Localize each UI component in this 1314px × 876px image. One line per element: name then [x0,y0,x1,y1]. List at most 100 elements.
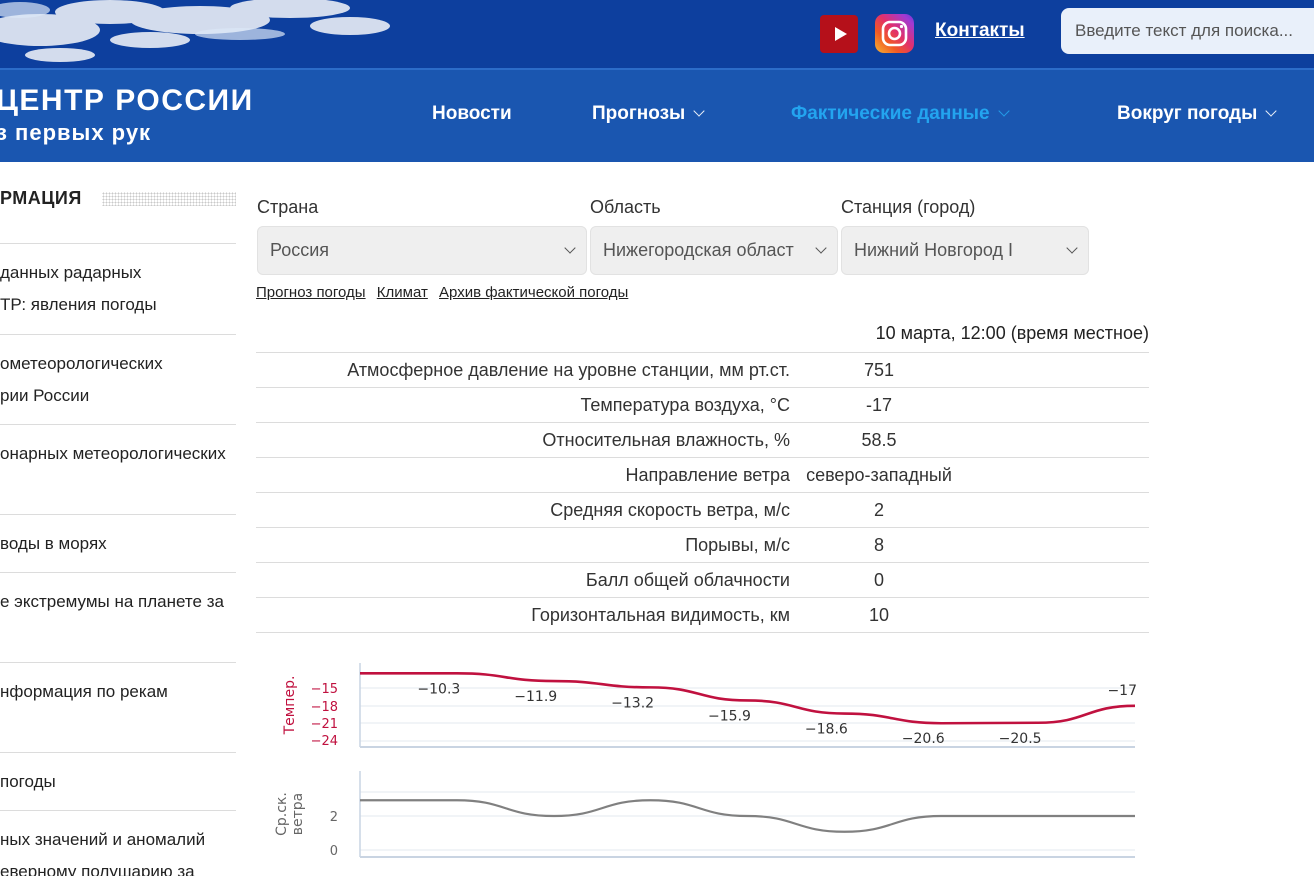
station-links: Прогноз погоды Климат Архив фактической … [256,284,635,301]
param-value: 10 [868,604,890,625]
youtube-icon[interactable] [820,15,858,53]
table-row: Температура воздуха, °C -17 [256,387,1149,423]
table-row: Средняя скорость ветра, м/с 2 [256,492,1149,528]
station-select-value: Нижний Новгород I [854,240,1014,260]
param-value: северо-западный [806,464,952,485]
region-label: Область [590,197,661,217]
table-row: Относительная влажность, % 58.5 [256,422,1149,458]
data-label: −15.9 [708,708,751,724]
table-row: Направление ветра северо-западный [256,457,1149,493]
sidebar-item-extremes[interactable]: е экстремумы на планете за [0,572,236,662]
observation-table: Атмосферное давление на уровне станции, … [256,352,1149,633]
param-value: -17 [865,394,892,415]
data-label: −20.5 [999,731,1042,747]
sidebar-item-weather[interactable]: погоды [0,752,236,810]
forecast-link[interactable]: Прогноз погоды [256,284,366,301]
table-row: Порывы, м/с 8 [256,527,1149,563]
y-tick-label: −15 [311,682,338,697]
param-value: 8 [873,534,884,555]
logo-subtitle: з первых рук [0,120,152,145]
chevron-down-icon [693,105,705,117]
heading-divider [102,192,236,206]
param-value: 751 [863,359,895,380]
sidebar-item-rivers[interactable]: нформация по рекам [0,662,236,752]
chevron-down-icon [1265,105,1278,117]
sidebar-item-label: ТР: явления погоды [0,295,157,314]
y-tick-label: −18 [311,700,338,715]
param-name: Относительная влажность, % [542,429,790,450]
nav-item-label: Фактические данные [791,103,990,124]
logo-title[interactable]: ЦЕНТР РОССИИ [0,84,254,118]
y-axis-title-line: ветра [290,793,306,836]
search-input[interactable] [1061,8,1314,54]
y-tick-label: 2 [330,810,338,825]
nav-item-actual-data[interactable]: Фактические данные [791,103,1012,125]
data-label: −20.6 [902,731,945,747]
sidebar-item-label: онарных метеорологических [0,444,226,463]
table-row: Балл общей облачности 0 [256,562,1149,598]
nav-item-label: Новости [432,103,512,124]
y-axis-title: Темпер. [282,676,298,736]
data-label: −18.6 [805,722,848,738]
sidebar-item-radar[interactable]: данных радарных ТР: явления погоды [0,243,236,334]
sidebar-item-anomalies[interactable]: ных значений и аномалий еверному полушар… [0,810,236,876]
y-tick-label: 0 [330,844,338,859]
country-select[interactable]: Россия [257,226,587,275]
region-select[interactable]: Нижегородская област [590,226,838,275]
region-select-value: Нижегородская област [603,240,794,260]
param-name: Горизонтальная видимость, км [531,604,790,625]
climate-link[interactable]: Климат [377,284,428,301]
param-name: Направление ветра [625,464,791,485]
top-bar: Контакты [0,0,1314,68]
param-value: 2 [873,499,884,520]
sidebar-item-label: е экстремумы на планете за [0,592,224,611]
sidebar-item-label: рии России [0,386,90,405]
param-name: Средняя скорость ветра, м/с [550,499,790,520]
instagram-icon[interactable] [875,14,914,53]
table-row: Горизонтальная видимость, км 10 [256,597,1149,633]
table-row: Атмосферное давление на уровне станции, … [256,352,1149,388]
sidebar-item-label: ометеорологических [0,354,163,373]
clouds-banner-image [0,0,390,62]
data-label: −10.3 [417,681,460,697]
station-select[interactable]: Нижний Новгород I [841,226,1089,275]
sidebar-item-label: воды в морях [0,534,107,553]
sidebar-item-label: нформация по рекам [0,682,168,701]
data-label: −11.9 [514,689,557,705]
weather-charts: −15 −18 −21 −24 Темпер. −10.3 −11.9 −13.2 −15.9 −… [274,663,1137,859]
archive-link[interactable]: Архив фактической погоды [439,284,628,301]
sidebar-item-stations[interactable]: онарных метеорологических [0,424,236,514]
data-label: −13.2 [611,695,654,711]
y-axis-title-line: Ср.ск. [274,792,290,836]
observation-datetime: 10 марта, 12:00 (время местное) [875,323,1149,343]
param-value: 0 [873,569,884,590]
nav-item-forecasts[interactable]: Прогнозы [592,103,707,125]
nav-item-around-weather[interactable]: Вокруг погоды [1117,103,1279,125]
data-label: −17 [1107,683,1137,699]
param-name: Порывы, м/с [685,534,790,555]
y-tick-label: −21 [311,717,338,732]
chevron-down-icon [1066,242,1078,254]
station-label: Станция (город) [841,197,976,217]
sidebar-item-sea-water[interactable]: воды в морях [0,514,236,572]
sidebar: РМАЦИЯ данных радарных ТР: явления погод… [0,162,236,876]
param-value: 58.5 [861,429,897,450]
country-select-value: Россия [270,240,330,260]
y-axis-title: Ср.ск.ветра [274,792,306,836]
sidebar-item-hydromet[interactable]: ометеорологических рии России [0,334,236,424]
param-name: Балл общей облачности [585,569,790,590]
nav-item-label: Вокруг погоды [1117,103,1258,124]
sidebar-item-label: данных радарных [0,263,142,282]
chevron-down-icon [997,105,1010,117]
param-name: Температура воздуха, °C [580,394,790,415]
contacts-link[interactable]: Контакты [935,20,1025,42]
chevron-down-icon [815,242,827,254]
param-name: Атмосферное давление на уровне станции, … [347,359,790,380]
sidebar-item-label: погоды [0,772,56,791]
main-nav: ЦЕНТР РОССИИ з первых рук Новости Прогно… [0,68,1314,162]
nav-item-news[interactable]: Новости [432,103,512,125]
sidebar-item-label: еверному полушарию за [0,862,195,876]
country-label: Страна [257,197,319,217]
y-tick-label: −24 [311,734,338,749]
sidebar-item-label: ных значений и аномалий [0,830,206,849]
